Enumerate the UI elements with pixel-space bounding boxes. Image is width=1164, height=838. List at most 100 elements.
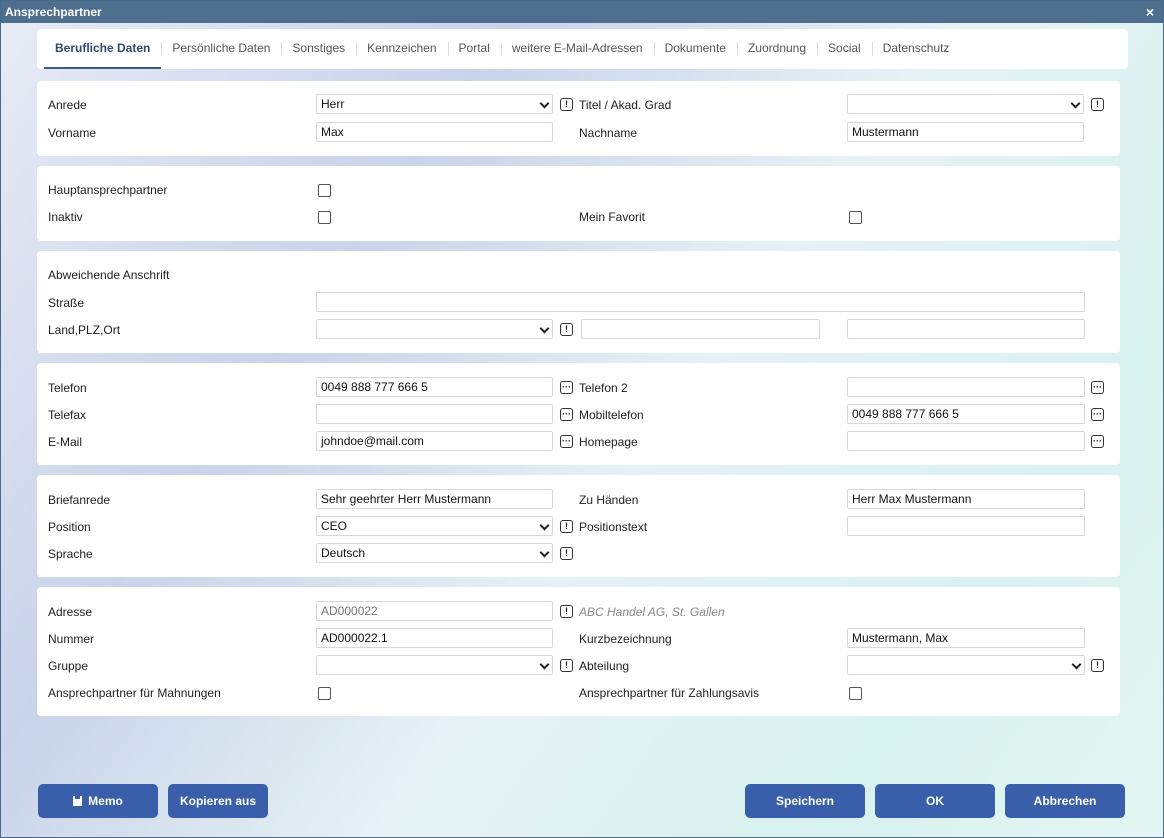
adresse-hint: ABC Handel AG, St. Gallen [579, 605, 725, 619]
tab-dokumente[interactable]: Dokumente [653, 29, 737, 69]
positionstext-label: Positionstext [579, 520, 648, 534]
mobiltelefon-input[interactable]: 0049 888 777 666 5 [847, 404, 1085, 424]
chevron-down-icon [539, 98, 550, 109]
more-icon[interactable]: ··· [560, 381, 573, 394]
chevron-down-icon [539, 323, 550, 334]
nummer-input[interactable]: AD000022.1 [316, 628, 553, 648]
land-plz-ort-label: Land,PLZ,Ort [48, 323, 121, 337]
info-icon[interactable]: ! [560, 659, 573, 672]
tab-kennzeichen[interactable]: Kennzeichen [356, 29, 447, 69]
more-icon[interactable]: ··· [560, 435, 573, 448]
vorname-label: Vorname [48, 126, 97, 140]
window-title: Ansprechpartner [5, 5, 102, 19]
zahlungsavis-label: Ansprechpartner für Zahlungsavis [579, 686, 760, 700]
more-icon[interactable]: ··· [1091, 435, 1104, 448]
position-value: CEO [321, 519, 348, 533]
more-icon[interactable]: ··· [1091, 408, 1104, 421]
assignment-panel: Adresse AD000022 ! ABC Handel AG, St. Ga… [37, 587, 1120, 716]
chevron-down-icon [539, 520, 550, 531]
speichern-button[interactable]: Speichern [745, 784, 865, 818]
nachname-label: Nachname [579, 126, 638, 140]
strasse-label: Straße [48, 296, 85, 310]
info-icon[interactable]: ! [560, 98, 573, 111]
info-icon[interactable]: ! [560, 323, 573, 336]
more-icon[interactable]: ··· [560, 408, 573, 421]
kopieren-aus-button[interactable]: Kopieren aus [168, 784, 268, 818]
briefanrede-label: Briefanrede [48, 493, 111, 507]
hauptansprechpartner-label: Hauptansprechpartner [48, 183, 168, 197]
mahnungen-checkbox[interactable] [318, 687, 331, 700]
homepage-input[interactable] [847, 431, 1085, 451]
favorit-label: Mein Favorit [579, 210, 646, 224]
telefon-label: Telefon [48, 381, 87, 395]
abbrechen-button[interactable]: Abbrechen [1005, 784, 1125, 818]
nachname-input[interactable]: Mustermann [847, 122, 1084, 142]
nummer-label: Nummer [48, 632, 95, 646]
kurzbezeichnung-label: Kurzbezeichnung [579, 632, 672, 646]
save-disk-icon [73, 796, 83, 806]
strasse-input[interactable] [316, 292, 1085, 312]
telefax-label: Telefax [48, 408, 87, 422]
hauptansprechpartner-checkbox[interactable] [318, 184, 331, 197]
anrede-select[interactable]: Herr [316, 94, 553, 114]
ort-input[interactable] [847, 319, 1085, 339]
abweichende-anschrift-label: Abweichende Anschrift [48, 268, 170, 282]
inaktiv-checkbox[interactable] [318, 211, 331, 224]
favorit-checkbox[interactable] [849, 211, 862, 224]
adresse-input[interactable]: AD000022 [316, 601, 553, 621]
sprache-select[interactable]: Deutsch [316, 543, 553, 563]
letter-panel: Briefanrede Sehr geehrter Herr Musterman… [37, 475, 1120, 577]
zahlungsavis-checkbox[interactable] [849, 687, 862, 700]
mahnungen-label: Ansprechpartner für Mahnungen [48, 686, 221, 700]
info-icon[interactable]: ! [560, 520, 573, 533]
anrede-value: Herr [321, 97, 345, 111]
telefax-input[interactable] [316, 404, 553, 424]
tab-social[interactable]: Social [817, 29, 872, 69]
info-icon[interactable]: ! [560, 605, 573, 618]
email-input[interactable]: johndoe@mail.com [316, 431, 553, 451]
plz-input[interactable] [581, 319, 820, 339]
inaktiv-label: Inaktiv [48, 210, 83, 224]
zuhaenden-label: Zu Händen [579, 493, 639, 507]
dialog-window: Ansprechpartner × Berufliche Daten Persö… [0, 0, 1164, 838]
address-panel: Abweichende Anschrift Straße Land,PLZ,Or… [37, 251, 1120, 353]
more-icon[interactable]: ··· [1091, 381, 1104, 394]
ok-button[interactable]: OK [875, 784, 995, 818]
tab-persoenliche-daten[interactable]: Persönliche Daten [161, 29, 281, 69]
sprache-label: Sprache [48, 547, 93, 561]
anrede-label: Anrede [48, 98, 87, 112]
vorname-input[interactable]: Max [316, 122, 553, 142]
titel-label: Titel / Akad. Grad [579, 98, 672, 112]
tab-datenschutz[interactable]: Datenschutz [871, 29, 961, 69]
tab-zuordnung[interactable]: Zuordnung [736, 29, 817, 69]
telefon2-input[interactable] [847, 377, 1085, 397]
info-icon[interactable]: ! [560, 547, 573, 560]
chevron-down-icon [1070, 98, 1081, 109]
tab-berufliche-daten[interactable]: Berufliche Daten [44, 29, 162, 69]
tab-bar: Berufliche Daten Persönliche Daten Sonst… [37, 29, 1128, 69]
tab-portal[interactable]: Portal [447, 29, 501, 69]
info-icon[interactable]: ! [1091, 98, 1104, 111]
position-label: Position [48, 520, 91, 534]
close-icon[interactable]: × [1146, 1, 1154, 23]
info-icon[interactable]: ! [1091, 659, 1104, 672]
kurzbezeichnung-input[interactable]: Mustermann, Max [847, 628, 1085, 648]
position-select[interactable]: CEO [316, 516, 553, 536]
briefanrede-input[interactable]: Sehr geehrter Herr Mustermann [316, 489, 553, 509]
tab-weitere-email[interactable]: weitere E-Mail-Adressen [500, 29, 654, 69]
tab-sonstiges[interactable]: Sonstiges [281, 29, 356, 69]
memo-button[interactable]: Memo [38, 784, 158, 818]
land-select[interactable] [316, 319, 553, 339]
zuhaenden-input[interactable]: Herr Max Mustermann [847, 489, 1085, 509]
abteilung-select[interactable] [847, 655, 1085, 675]
gruppe-select[interactable] [316, 655, 553, 675]
titel-select[interactable] [847, 94, 1084, 114]
sprache-value: Deutsch [321, 546, 366, 560]
memo-label: Memo [88, 794, 123, 808]
chevron-down-icon [1071, 659, 1082, 670]
contact-panel: Telefon 0049 888 777 666 5 ··· Telefon 2… [37, 363, 1120, 465]
telefon-input[interactable]: 0049 888 777 666 5 [316, 377, 553, 397]
positionstext-input[interactable] [847, 516, 1085, 536]
adresse-label: Adresse [48, 605, 93, 619]
chevron-down-icon [539, 547, 550, 558]
